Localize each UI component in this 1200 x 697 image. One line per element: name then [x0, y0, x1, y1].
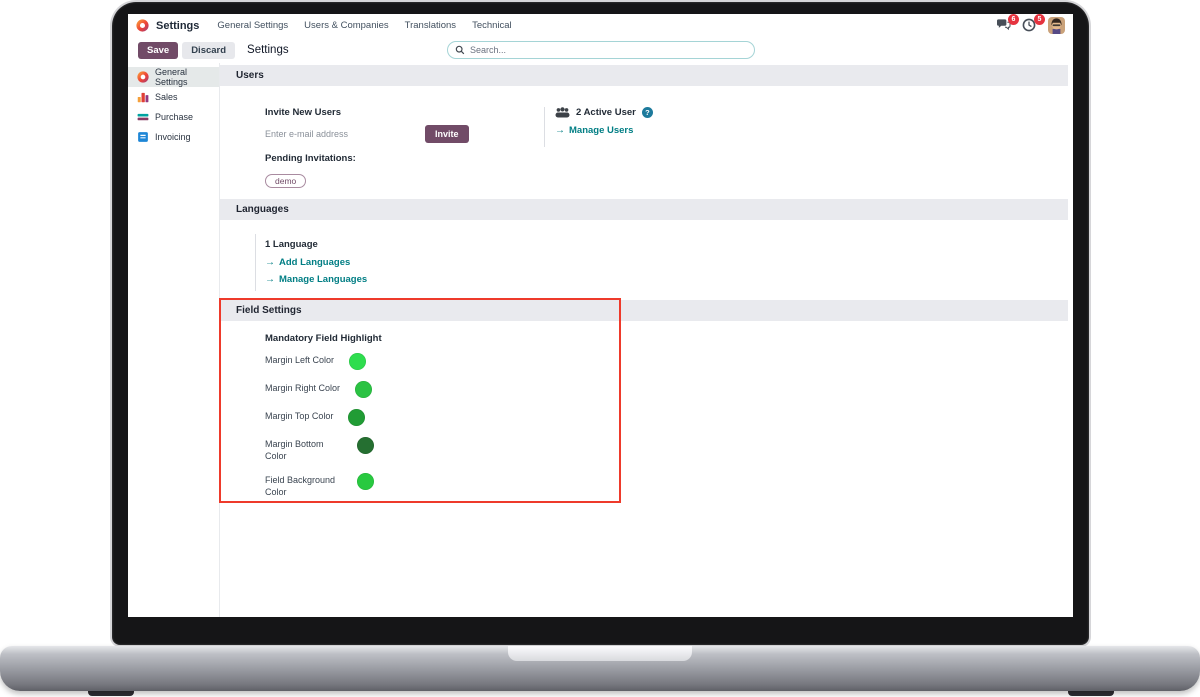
- manage-users-link[interactable]: → Manage Users: [555, 125, 653, 136]
- field-color-rows: Margin Left Color Margin Right Color Margi…: [265, 353, 382, 498]
- field-color-label: Margin Bottom Color: [265, 439, 324, 461]
- breadcrumb[interactable]: Settings: [247, 44, 289, 56]
- field-color-label: Margin Right Color: [265, 383, 341, 393]
- laptop-lid-notch: [508, 646, 692, 661]
- field-color-label: Margin Left Color: [265, 355, 335, 365]
- invite-input-row: Invite: [265, 125, 500, 143]
- menu-item-users-companies[interactable]: Users & Companies: [304, 20, 388, 31]
- sales-icon: [137, 91, 149, 103]
- field-color-label: Margin Top Color: [265, 411, 334, 421]
- sidebar-item-sales[interactable]: Sales: [128, 87, 219, 107]
- sidebar-item-purchase[interactable]: Purchase: [128, 107, 219, 127]
- arrow-icon: →: [265, 257, 275, 268]
- settings-sidebar: General Settings Sales Purchase Invoicing: [128, 63, 220, 617]
- activities-button[interactable]: 5: [1022, 14, 1045, 33]
- save-button[interactable]: Save: [138, 41, 179, 59]
- languages-section: 1 Language → Add Languages → Manage Lang…: [255, 234, 367, 291]
- field-color-row: Margin Top Color: [265, 409, 382, 426]
- invoicing-icon: [137, 131, 149, 143]
- navbar-menu: General Settings Users & Companies Transla…: [217, 20, 511, 31]
- activities-badge: 5: [1034, 14, 1045, 25]
- active-user-count: 2 Active User: [576, 107, 636, 118]
- arrow-icon: →: [265, 274, 275, 285]
- color-swatch[interactable]: [355, 381, 373, 398]
- field-settings-section: Mandatory Field Highlight Margin Left Co…: [265, 333, 382, 511]
- invite-button[interactable]: Invite: [425, 125, 469, 143]
- menu-item-technical[interactable]: Technical: [472, 20, 512, 31]
- email-field[interactable]: [265, 129, 425, 139]
- color-swatch[interactable]: [357, 437, 374, 454]
- avatar[interactable]: [1048, 17, 1065, 34]
- invite-users-box: Invite New Users Invite Pending Invitati…: [265, 107, 500, 189]
- section-header-field-settings: Field Settings: [220, 300, 1068, 321]
- app-name[interactable]: Settings: [156, 20, 199, 32]
- field-color-row: Margin Left Color: [265, 353, 382, 370]
- field-color-row: Field Background Color: [265, 473, 382, 498]
- messages-badge: 6: [1008, 14, 1019, 25]
- color-swatch[interactable]: [357, 473, 374, 490]
- settings-main: Users Invite New Users Invite Pending In…: [219, 63, 1073, 617]
- pending-tags: demo: [265, 171, 500, 189]
- users-group-icon: [555, 107, 570, 118]
- sidebar-item-label: General Settings: [155, 67, 188, 87]
- field-color-label: Field Background Color: [265, 475, 336, 497]
- section-header-users: Users: [220, 65, 1068, 86]
- navbar-left: Settings General Settings Users & Compani…: [136, 19, 512, 32]
- users-section: Invite New Users Invite Pending Invitati…: [265, 107, 653, 189]
- menu-item-translations[interactable]: Translations: [405, 20, 456, 31]
- invite-title: Invite New Users: [265, 107, 342, 118]
- navbar-right: 6 5: [996, 14, 1065, 34]
- sidebar-item-label: Purchase: [155, 112, 194, 122]
- pending-invitation-tag[interactable]: demo: [265, 174, 307, 188]
- search-input[interactable]: [470, 45, 747, 55]
- field-color-row: Margin Bottom Color: [265, 437, 382, 462]
- color-swatch[interactable]: [348, 409, 366, 426]
- manage-languages-link[interactable]: → Manage Languages: [265, 272, 367, 287]
- arrow-icon: →: [555, 125, 565, 136]
- laptop-screen-bezel: Settings General Settings Users & Compani…: [112, 2, 1089, 645]
- search-icon: [455, 45, 465, 55]
- laptop-base: [0, 646, 1200, 691]
- active-users-box: 2 Active User ? → Manage Users: [544, 107, 653, 147]
- language-count: 1 Language: [265, 239, 318, 250]
- app-window: Settings General Settings Users & Compani…: [128, 14, 1073, 617]
- search-box[interactable]: [447, 41, 755, 59]
- active-users-row: 2 Active User ?: [555, 107, 653, 118]
- sidebar-item-general-settings[interactable]: General Settings: [128, 67, 219, 87]
- pending-invitations-label: Pending Invitations:: [265, 153, 356, 164]
- sidebar-item-label: Invoicing: [155, 132, 191, 142]
- control-panel: Save Discard Settings: [128, 37, 1073, 63]
- app-body: General Settings Sales Purchase Invoicing U…: [128, 63, 1073, 617]
- top-navbar: Settings General Settings Users & Compani…: [128, 14, 1073, 37]
- odoo-icon: [137, 71, 149, 83]
- sidebar-item-label: Sales: [155, 92, 178, 102]
- discard-button[interactable]: Discard: [182, 41, 236, 59]
- menu-item-general-settings[interactable]: General Settings: [217, 20, 288, 31]
- section-header-languages: Languages: [220, 199, 1068, 220]
- mandatory-field-highlight-title: Mandatory Field Highlight: [265, 333, 382, 344]
- help-icon[interactable]: ?: [641, 107, 653, 118]
- laptop-mockup: Settings General Settings Users & Compani…: [0, 0, 1200, 697]
- purchase-icon: [137, 111, 149, 123]
- color-swatch[interactable]: [349, 353, 367, 370]
- messages-button[interactable]: 6: [996, 14, 1019, 33]
- add-languages-link[interactable]: → Add Languages: [265, 255, 367, 270]
- sidebar-item-invoicing[interactable]: Invoicing: [128, 127, 219, 147]
- odoo-logo-icon[interactable]: [136, 19, 149, 32]
- field-color-row: Margin Right Color: [265, 381, 382, 398]
